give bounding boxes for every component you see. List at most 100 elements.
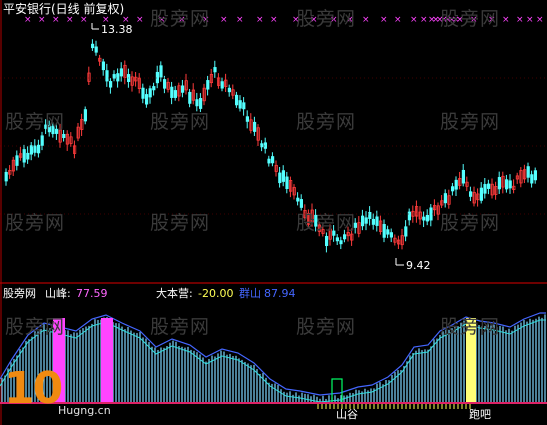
marker-x: × (330, 15, 338, 25)
candle-body (324, 235, 329, 246)
marker-x: × (502, 15, 510, 25)
logo-number: 10 (4, 363, 63, 414)
candle-body (245, 116, 249, 122)
candle-body (159, 65, 163, 78)
candle-body (238, 100, 242, 109)
candle-body (83, 109, 87, 122)
high-pointer (91, 23, 99, 30)
candle-body (386, 229, 390, 235)
candle-body (22, 149, 26, 163)
candle-body (37, 144, 41, 154)
candle-body (461, 169, 466, 184)
marker-x: × (346, 15, 354, 25)
candle-body (101, 61, 105, 71)
candle-body (227, 87, 231, 93)
candle-body (198, 98, 203, 109)
marker-x: × (394, 15, 402, 25)
candle-body (278, 172, 282, 184)
candle-body (342, 234, 347, 240)
candle-body (281, 170, 286, 182)
candle-body (368, 212, 372, 219)
candle-body (234, 94, 239, 106)
camp-value: -20.00 (198, 287, 234, 300)
candle-body (220, 81, 224, 89)
candle-body (109, 81, 113, 88)
marker-x: × (420, 15, 428, 25)
candle-body (51, 125, 55, 135)
marker-x: × (270, 15, 278, 25)
candle-body (188, 91, 192, 104)
marker-x: × (220, 15, 228, 25)
marker-x: × (526, 15, 534, 25)
candle-body (332, 230, 336, 236)
candle-body (112, 74, 116, 79)
marker-x: × (488, 15, 496, 25)
marker-x: × (178, 15, 186, 25)
marker-x: × (516, 15, 524, 25)
site-logo: 10 Hugng.cn (4, 366, 134, 422)
candle-body (47, 125, 52, 133)
marker-x: × (410, 15, 418, 25)
marker-x: × (310, 15, 318, 25)
candle-body (141, 87, 145, 99)
candle-body (91, 43, 95, 49)
candle-body (389, 232, 394, 238)
candle-body (152, 86, 156, 91)
peak-label: 山峰: (45, 287, 71, 300)
candle-body (170, 86, 174, 98)
main-grid (0, 77, 547, 215)
low-pointer (395, 258, 404, 266)
run-bar (466, 318, 476, 403)
candle-body (454, 179, 458, 190)
candle-body (263, 142, 268, 149)
candle-body (468, 191, 473, 197)
marker-x: × (470, 15, 478, 25)
marker-x: × (66, 15, 74, 25)
stock-title: 平安银行(日线 前复权) (3, 2, 125, 16)
candle-body (526, 166, 530, 178)
marker-x: × (80, 15, 88, 25)
candle-body (483, 184, 487, 194)
marker-x: × (38, 15, 46, 25)
candle-body (404, 226, 408, 237)
camp-label: 大本营: (156, 287, 193, 300)
marker-x: × (380, 15, 388, 25)
marker-x: × (292, 15, 300, 25)
indicator-site-label: 股旁网 (3, 287, 36, 300)
candle-body (15, 155, 19, 166)
candle-body (29, 145, 34, 155)
candle-body (429, 207, 433, 221)
marker-x: × (202, 15, 210, 25)
candle-body (180, 85, 185, 93)
candle-body (360, 215, 365, 227)
candle-body (314, 214, 318, 227)
candle-body (382, 224, 386, 238)
candle-body (299, 199, 304, 208)
candle-body (105, 70, 109, 82)
candle-body (504, 179, 509, 190)
logo-site: Hugng.cn (58, 404, 111, 417)
candle-body (62, 133, 66, 139)
marker-x: × (456, 15, 464, 25)
chart-canvas: × × × × × × × × × × × × × × × × × × × × × × × × ×××××××× × × × × × × (0, 0, 547, 425)
candle-body (530, 174, 534, 184)
candle-body (339, 240, 343, 245)
candle-body (497, 177, 502, 190)
candle-body (4, 171, 8, 182)
candle-body (162, 79, 167, 89)
candle-body (213, 67, 217, 73)
candle-body (335, 237, 340, 242)
candle-body (94, 46, 98, 53)
candle-body (267, 158, 271, 164)
marker-x: × (536, 15, 544, 25)
candle-body (173, 90, 177, 98)
candle-body (195, 99, 199, 107)
candle-body (33, 145, 37, 153)
candle-body (364, 217, 368, 224)
candle-body (144, 94, 149, 105)
run-label: 跑吧 (469, 408, 491, 421)
candle-body (425, 214, 430, 222)
candle-body (508, 180, 512, 189)
candle-body (486, 183, 491, 189)
candle-body (40, 135, 44, 146)
